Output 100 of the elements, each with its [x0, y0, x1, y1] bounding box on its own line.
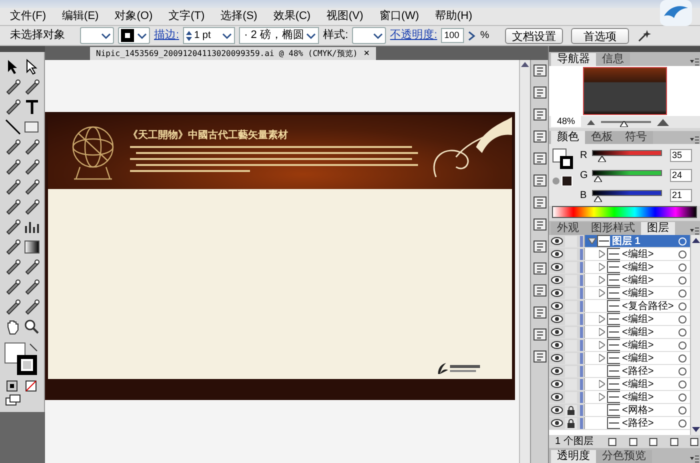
eye-icon[interactable]: [551, 380, 563, 388]
channel-value-field[interactable]: 35: [670, 148, 692, 162]
expanded-triangle-icon[interactable]: [588, 238, 596, 244]
current-color-swatch-icon[interactable]: [552, 176, 574, 186]
channel-value-field[interactable]: 21: [670, 188, 692, 202]
panel-dock-icon[interactable]: [532, 108, 546, 121]
panel-dock-icon[interactable]: [532, 262, 546, 275]
eye-icon[interactable]: [551, 419, 563, 428]
collapsed-triangle-icon[interactable]: [599, 250, 605, 258]
target-circle-icon[interactable]: [678, 380, 687, 389]
panel-tab[interactable]: 色板: [585, 131, 619, 144]
panel-tab[interactable]: 图形样式: [585, 222, 641, 236]
panel-tab[interactable]: 颜色: [551, 131, 585, 144]
panel-dock-icon[interactable]: [532, 86, 546, 99]
zoom-tool-icon[interactable]: [23, 318, 41, 336]
zoom-slider-track[interactable]: [601, 120, 651, 123]
eye-icon[interactable]: [551, 341, 563, 350]
color-slider-track[interactable]: [592, 170, 662, 176]
panel-dock-icon[interactable]: [532, 350, 546, 363]
menu-item[interactable]: 选择(S): [218, 8, 260, 25]
panel-dock-icon[interactable]: [532, 284, 546, 297]
collapsed-triangle-icon[interactable]: [599, 341, 605, 350]
panel-menu-icon[interactable]: [690, 227, 700, 236]
eye-icon[interactable]: [551, 406, 563, 414]
target-circle-icon[interactable]: [678, 250, 687, 259]
sparkle-wand-icon[interactable]: [637, 28, 654, 42]
panel-menu-icon[interactable]: [690, 136, 700, 144]
vertical-scrollbar[interactable]: [519, 60, 530, 463]
panel-dock-icon[interactable]: [532, 64, 546, 77]
panel-dock-icon[interactable]: [532, 306, 546, 319]
channel-value-field[interactable]: 24: [670, 168, 692, 182]
stroke-weight-field[interactable]: 1 pt: [183, 27, 236, 44]
menu-item[interactable]: 效果(C): [271, 8, 313, 25]
target-circle-icon[interactable]: [678, 276, 687, 285]
toolbar-button[interactable]: 首选项: [571, 28, 630, 44]
color-slider-track[interactable]: [592, 150, 662, 156]
panel-dock-icon[interactable]: [532, 130, 546, 143]
menu-item[interactable]: 编辑(E): [60, 8, 101, 25]
target-circle-icon[interactable]: [678, 262, 687, 272]
line-tool-icon[interactable]: [4, 118, 22, 136]
target-circle-icon[interactable]: [678, 302, 687, 311]
fill-stroke-swatch-icon[interactable]: [4, 342, 40, 378]
collapsed-triangle-icon[interactable]: [599, 276, 605, 284]
slider-thumb-icon[interactable]: [620, 120, 628, 127]
target-circle-icon[interactable]: [678, 354, 687, 363]
type-tool-icon[interactable]: [23, 98, 41, 116]
panel-tab[interactable]: 外观: [551, 222, 585, 236]
brush-dropdown[interactable]: · 2 磅，椭圆: [239, 27, 320, 44]
lock-icon[interactable]: [567, 406, 575, 415]
collapsed-triangle-icon[interactable]: [599, 380, 605, 388]
gradient-tool-icon[interactable]: [23, 238, 41, 256]
spinner-icon[interactable]: [186, 30, 192, 42]
menu-item[interactable]: 对象(O): [112, 8, 155, 25]
layer-row[interactable]: 图层 1: [549, 235, 690, 248]
eye-icon[interactable]: [551, 276, 563, 284]
panel-menu-icon[interactable]: [690, 58, 700, 66]
panel-tab[interactable]: 导航器: [551, 52, 596, 66]
eye-icon[interactable]: [551, 367, 563, 376]
target-circle-icon[interactable]: [678, 328, 687, 337]
collapsed-triangle-icon[interactable]: [599, 289, 605, 298]
panel-dock-icon[interactable]: [532, 174, 546, 187]
collapsed-triangle-icon[interactable]: [599, 354, 605, 362]
color-slider-track[interactable]: [592, 190, 662, 196]
target-circle-icon[interactable]: [678, 288, 687, 298]
panel-menu-icon[interactable]: [690, 454, 700, 463]
arrow-right-icon[interactable]: [468, 30, 476, 40]
panel-tab[interactable]: 透明度: [551, 450, 596, 463]
panel-dock-icon[interactable]: [532, 152, 546, 165]
menu-item[interactable]: 窗口(W): [377, 8, 421, 25]
eye-icon[interactable]: [551, 354, 563, 362]
panel-dock-icon[interactable]: [532, 328, 546, 341]
zoom-field[interactable]: 48%: [551, 116, 581, 128]
menu-item[interactable]: 文件(F): [8, 8, 48, 25]
eye-icon[interactable]: [551, 328, 563, 336]
fill-stroke-swatch-icon[interactable]: [552, 148, 574, 170]
panel-tab[interactable]: 图层: [641, 222, 675, 236]
target-circle-icon[interactable]: [678, 340, 687, 350]
menu-item[interactable]: 视图(V): [324, 8, 366, 25]
collapsed-triangle-icon[interactable]: [599, 393, 605, 402]
target-circle-icon[interactable]: [678, 366, 687, 376]
stroke-link[interactable]: 描边:: [154, 27, 180, 44]
layers-scrollbar[interactable]: [690, 235, 700, 436]
lock-icon[interactable]: [567, 418, 575, 428]
panel-tab[interactable]: 分色预览: [596, 450, 652, 463]
eye-icon[interactable]: [551, 250, 563, 258]
collapsed-triangle-icon[interactable]: [599, 328, 605, 336]
panel-dock-icon[interactable]: [532, 218, 546, 231]
target-circle-icon[interactable]: [678, 406, 687, 415]
eye-icon[interactable]: [551, 263, 563, 272]
opacity-link[interactable]: 不透明度:: [390, 27, 438, 44]
menu-item[interactable]: 帮助(H): [433, 8, 474, 25]
zoom-out-icon[interactable]: [587, 118, 595, 125]
eye-icon[interactable]: [551, 237, 563, 246]
panel-tab[interactable]: 符号: [619, 131, 653, 144]
close-icon[interactable]: ×: [364, 46, 370, 61]
collapsed-triangle-icon[interactable]: [599, 263, 605, 272]
collapsed-triangle-icon[interactable]: [599, 315, 605, 324]
eye-icon[interactable]: [551, 289, 563, 298]
panel-tab[interactable]: 信息: [596, 52, 630, 66]
toolbar-button[interactable]: 文档设置: [505, 28, 564, 44]
